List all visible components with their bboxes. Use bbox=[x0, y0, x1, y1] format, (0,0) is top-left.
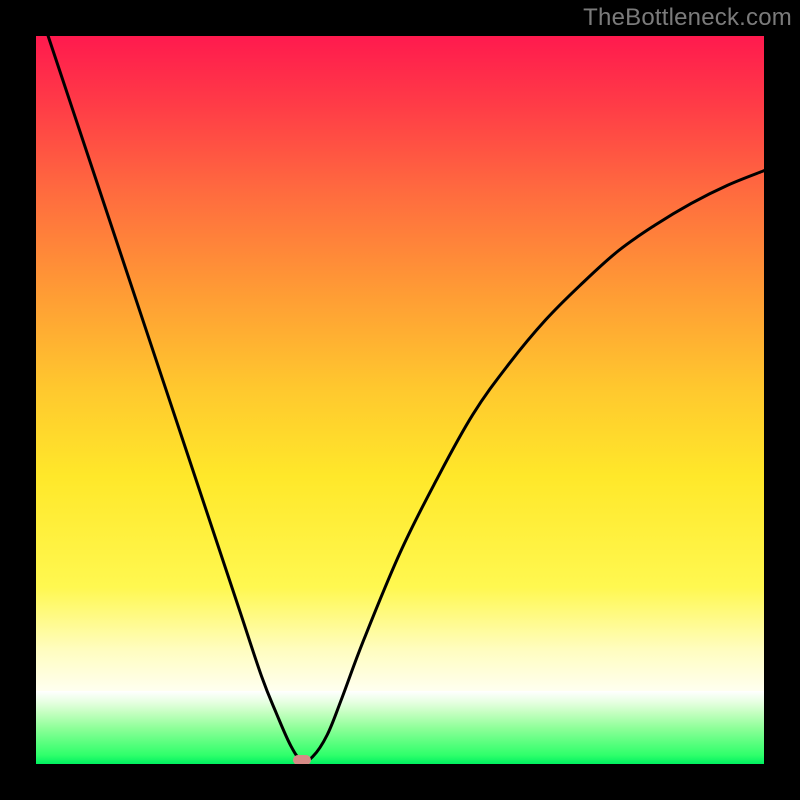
bottleneck-curve bbox=[36, 36, 764, 761]
minimum-marker bbox=[293, 755, 311, 764]
chart-frame: TheBottleneck.com bbox=[0, 0, 800, 800]
plot-area bbox=[36, 36, 764, 764]
curve-svg bbox=[36, 36, 764, 764]
watermark-text: TheBottleneck.com bbox=[583, 4, 792, 32]
